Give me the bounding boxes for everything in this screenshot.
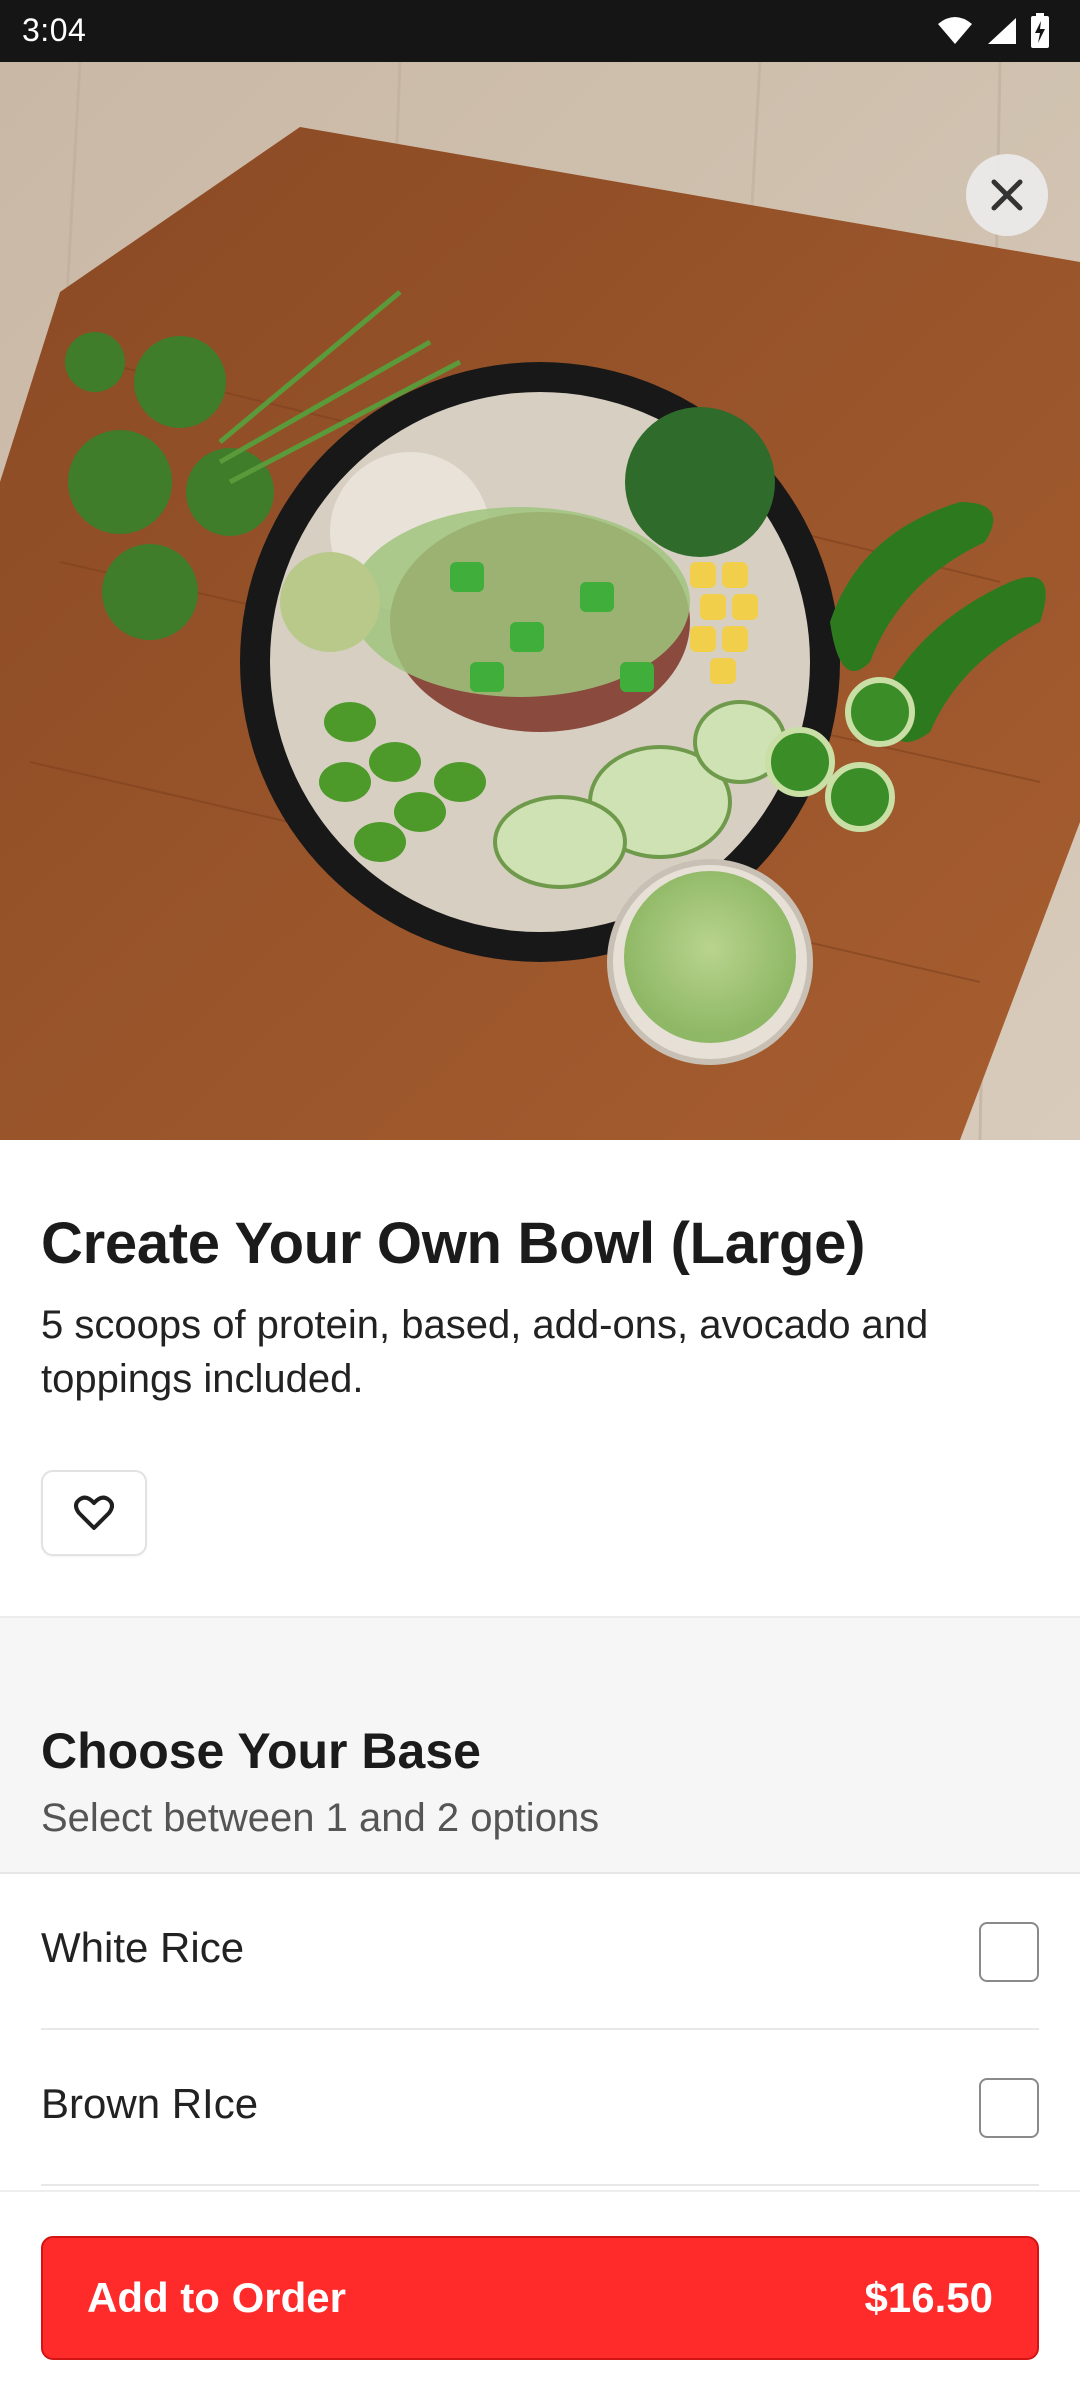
base-section-header: Choose Your Base Select between 1 and 2 … — [0, 1616, 1080, 1872]
option-row-brown-rice[interactable]: Brown RIce — [41, 2030, 1039, 2186]
status-icons — [936, 12, 1050, 50]
close-icon — [991, 179, 1023, 211]
item-title: Create Your Own Bowl (Large) — [41, 1211, 866, 1276]
option-label: Brown RIce — [41, 2080, 259, 2127]
item-photo — [0, 62, 1080, 1140]
close-button[interactable] — [966, 154, 1048, 236]
status-time: 3:04 — [22, 12, 87, 48]
option-checkbox[interactable] — [979, 1922, 1039, 1982]
favorite-button[interactable] — [41, 1470, 147, 1556]
option-label: White Rice — [41, 1924, 245, 1971]
add-to-order-button[interactable]: Add to Order $16.50 — [41, 2236, 1039, 2360]
option-row-white-rice[interactable]: White Rice — [41, 1874, 1039, 2030]
base-options-list: White Rice Brown RIce — [0, 1872, 1080, 2186]
option-checkbox[interactable] — [979, 2078, 1039, 2138]
section-subtitle: Select between 1 and 2 options — [41, 1796, 600, 1840]
heart-icon — [74, 1495, 114, 1530]
section-title: Choose Your Base — [41, 1723, 481, 1779]
wifi-icon — [938, 17, 972, 44]
add-to-order-label: Add to Order — [87, 2274, 346, 2321]
status-bar: 3:04 — [0, 0, 1080, 62]
poke-bowl-photo — [0, 62, 1080, 1140]
order-price: $16.50 — [864, 2274, 993, 2321]
bottom-action-bar: Add to Order $16.50 — [0, 2190, 1080, 2400]
signal-icon — [988, 18, 1016, 44]
battery-charging-icon — [1031, 13, 1049, 48]
item-description: 5 scoops of protein, based, add-ons, avo… — [41, 1303, 929, 1401]
